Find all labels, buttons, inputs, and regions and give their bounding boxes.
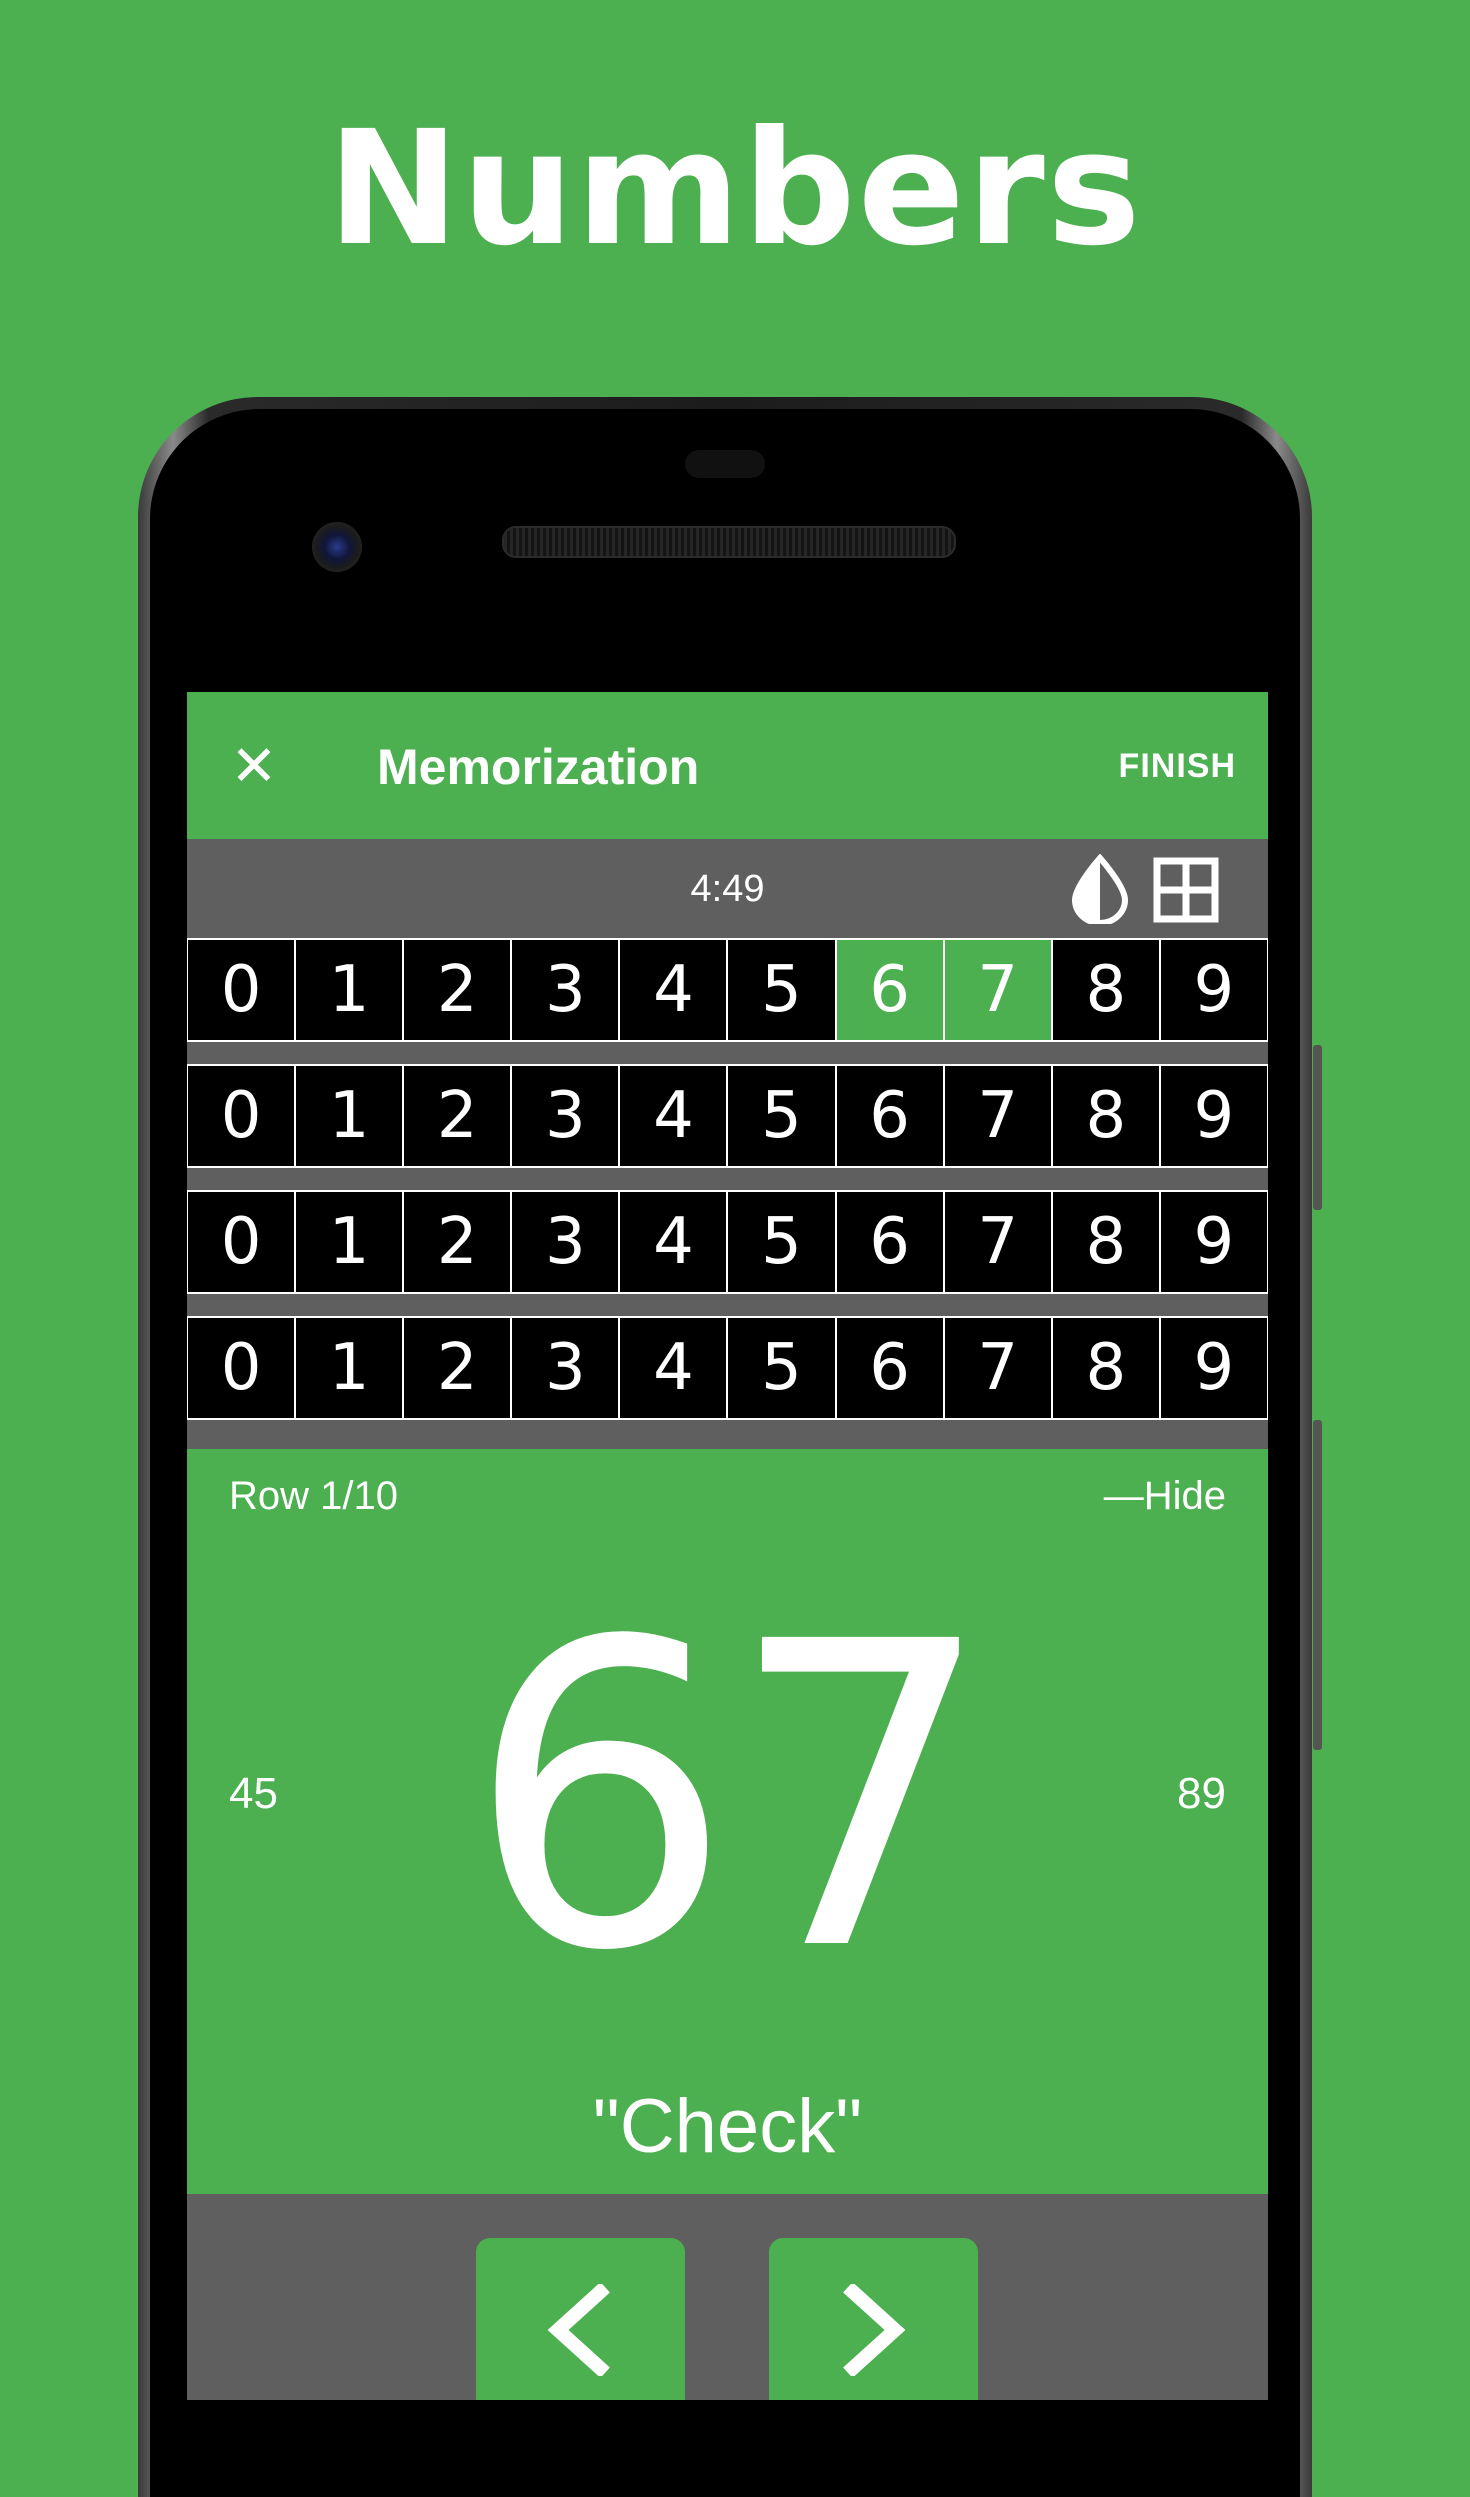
digit-cell[interactable]: 6 [836, 1318, 943, 1418]
digit-cell[interactable]: 3 [512, 1318, 619, 1418]
digit-cell[interactable]: 2 [404, 1318, 511, 1418]
digit-cell[interactable]: 6 [836, 1192, 943, 1292]
digit-cell[interactable]: 8 [1052, 940, 1159, 1040]
digit-cell[interactable]: 2 [404, 940, 511, 1040]
digit-cell[interactable]: 3 [512, 1192, 619, 1292]
digit-cell[interactable]: 4 [620, 1192, 727, 1292]
digit-cell[interactable]: 8 [1052, 1192, 1159, 1292]
grid-view-icon[interactable] [1153, 857, 1219, 923]
app-screen: ✕ Memorization FINISH 4:49 0123456789012… [187, 692, 1268, 2400]
digit-cell[interactable]: 0 [188, 1318, 295, 1418]
digit-cell[interactable]: 8 [1052, 1318, 1159, 1418]
close-icon[interactable]: ✕ [227, 739, 281, 795]
digit-cell[interactable]: 9 [1160, 940, 1267, 1040]
info-panel: Row 1/10 —Hide 45 67 89 "Check" [187, 1449, 1268, 2194]
digit-cell[interactable]: 8 [1052, 1066, 1159, 1166]
contrast-drop-icon[interactable] [1069, 854, 1131, 924]
finish-button[interactable]: FINISH [1119, 746, 1236, 786]
digit-cell[interactable]: 7 [944, 1192, 1051, 1292]
front-camera [312, 522, 362, 572]
digit-cell[interactable]: 5 [728, 1318, 835, 1418]
timer-bar: 4:49 [187, 839, 1268, 938]
chevron-right-icon [843, 2284, 906, 2376]
digit-cell[interactable]: 5 [728, 940, 835, 1040]
next-button[interactable] [769, 2238, 978, 2400]
digit-cell[interactable]: 7 [944, 1066, 1051, 1166]
digit-row: 0123456789 [187, 1064, 1268, 1168]
current-number: 67 [466, 1554, 994, 2043]
phone-side-button [1313, 1045, 1322, 1210]
next-number: 89 [1177, 1769, 1226, 1818]
digit-cell[interactable]: 1 [296, 940, 403, 1040]
digit-cell[interactable]: 5 [728, 1066, 835, 1166]
phone-volume-button [1313, 1420, 1322, 1750]
digit-row: 0123456789 [187, 1190, 1268, 1294]
digit-cell[interactable]: 2 [404, 1066, 511, 1166]
digit-cell[interactable]: 0 [188, 1192, 295, 1292]
chevron-left-icon [547, 2284, 610, 2376]
digit-cell[interactable]: 9 [1160, 1318, 1267, 1418]
digit-cell[interactable]: 7 [944, 940, 1051, 1040]
digit-cell[interactable]: 2 [404, 1192, 511, 1292]
page-title: Memorization [377, 739, 700, 795]
phone-speaker [502, 526, 956, 558]
digit-cell[interactable]: 5 [728, 1192, 835, 1292]
headline: Numbers [327, 97, 1143, 281]
app-bar: ✕ Memorization FINISH [187, 692, 1268, 839]
digit-row: 0123456789 [187, 1316, 1268, 1420]
digit-row: 0123456789 [187, 938, 1268, 1042]
digit-cell[interactable]: 1 [296, 1066, 403, 1166]
digit-cell[interactable]: 6 [836, 940, 943, 1040]
hide-button[interactable]: —Hide [1104, 1473, 1226, 1519]
digit-cell[interactable]: 9 [1160, 1192, 1267, 1292]
digit-cell[interactable]: 0 [188, 940, 295, 1040]
digit-cell[interactable]: 4 [620, 1318, 727, 1418]
digit-cell[interactable]: 1 [296, 1192, 403, 1292]
digit-cell[interactable]: 3 [512, 940, 619, 1040]
digit-cell[interactable]: 4 [620, 940, 727, 1040]
bottom-navigation [187, 2194, 1268, 2400]
digit-cell[interactable]: 1 [296, 1318, 403, 1418]
mnemonic-word: "Check" [592, 2084, 863, 2169]
digit-cell[interactable]: 7 [944, 1318, 1051, 1418]
previous-button[interactable] [476, 2238, 685, 2400]
row-indicator: Row 1/10 [229, 1474, 398, 1518]
digit-cell[interactable]: 3 [512, 1066, 619, 1166]
digit-cell[interactable]: 4 [620, 1066, 727, 1166]
digit-cell[interactable]: 0 [188, 1066, 295, 1166]
digit-cell[interactable]: 9 [1160, 1066, 1267, 1166]
phone-sensor [685, 450, 765, 478]
digit-cell[interactable]: 6 [836, 1066, 943, 1166]
